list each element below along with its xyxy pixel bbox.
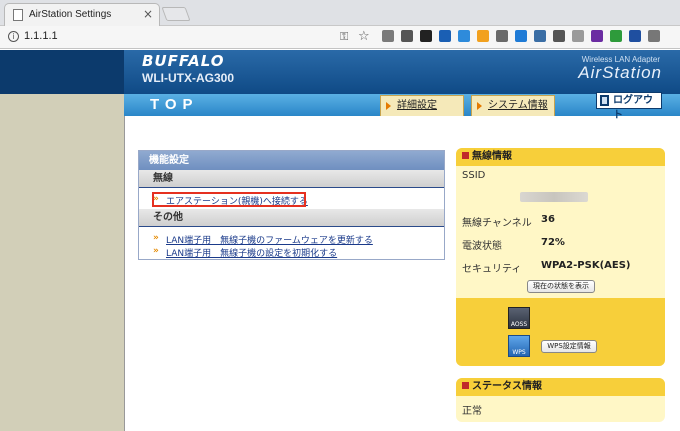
status-info-panel: ステータス情報 正常 xyxy=(456,378,665,422)
page-title: TOP xyxy=(150,96,199,113)
extension-icon[interactable] xyxy=(534,30,546,42)
ssid-value-redacted xyxy=(520,192,588,202)
tab-system-info-label: システム情報 xyxy=(488,100,548,111)
info-icon[interactable]: i xyxy=(8,31,19,42)
address-bar: i 1.1.1.1 ⚿ ☆ xyxy=(0,26,680,49)
page-icon xyxy=(13,9,23,21)
channel-label: 無線チャンネル xyxy=(462,218,532,229)
arrow-right-icon xyxy=(386,102,391,110)
wps-area xyxy=(456,298,665,366)
extension-icon[interactable] xyxy=(420,30,432,42)
wireless-info-panel: 無線情報 SSID 無線チャンネル 36 電波状態 72% セキュリティ WPA… xyxy=(456,148,665,366)
extension-icon[interactable] xyxy=(648,30,660,42)
browser-tab[interactable]: AirStation Settings × xyxy=(4,3,160,26)
brand-logo: BUFFALO xyxy=(142,52,225,70)
highlight-box xyxy=(152,192,306,207)
tab-strip: AirStation Settings × xyxy=(0,0,680,26)
security-value: WPA2-PSK(AES) xyxy=(541,260,631,271)
close-icon[interactable]: × xyxy=(143,7,153,21)
status-info-title: ステータス情報 xyxy=(456,378,665,396)
url-field[interactable]: 1.1.1.1 xyxy=(24,30,58,42)
double-chevron-icon: » xyxy=(153,233,159,243)
security-label: セキュリティ xyxy=(462,264,522,275)
wireless-info-title: 無線情報 xyxy=(456,148,665,166)
extension-icon[interactable] xyxy=(496,30,508,42)
signal-label: 電波状態 xyxy=(462,241,502,252)
aoss-icon[interactable]: AOSS xyxy=(508,307,530,329)
arrow-right-icon xyxy=(477,102,482,110)
channel-value: 36 xyxy=(541,214,555,225)
wps-settings-button[interactable]: WPS設定情報 xyxy=(541,340,597,353)
tab-system-info[interactable]: システム情報 xyxy=(471,95,555,116)
extension-icon[interactable] xyxy=(553,30,565,42)
wps-icon[interactable]: WPS xyxy=(508,335,530,357)
extension-icon[interactable] xyxy=(591,30,603,42)
section-wireless: 無線 xyxy=(139,170,444,188)
extension-icon[interactable] xyxy=(401,30,413,42)
new-tab-button[interactable] xyxy=(161,7,191,21)
key-icon[interactable]: ⚿ xyxy=(340,30,348,44)
section-other: その他 xyxy=(139,209,444,227)
door-icon xyxy=(600,95,609,106)
extension-icon[interactable] xyxy=(439,30,451,42)
extension-icon[interactable] xyxy=(477,30,489,42)
extension-icon[interactable] xyxy=(515,30,527,42)
panel-title: 機能設定 xyxy=(139,151,444,170)
ssid-label: SSID xyxy=(462,170,486,181)
reset-settings-link[interactable]: » LAN端子用 無線子機の設定を初期化する xyxy=(153,246,337,259)
extension-icon[interactable] xyxy=(629,30,641,42)
extension-icon[interactable] xyxy=(458,30,470,42)
square-bullet-icon xyxy=(462,382,469,389)
product-logo: AirStation xyxy=(578,63,662,82)
status-value: 正常 xyxy=(462,406,482,417)
star-icon[interactable]: ☆ xyxy=(358,29,370,44)
show-status-button[interactable]: 現在の状態を表示 xyxy=(527,280,595,293)
extension-icon[interactable] xyxy=(572,30,584,42)
logout-button[interactable]: ログアウト xyxy=(596,92,662,121)
tab-title: AirStation Settings xyxy=(29,9,112,20)
extension-icon[interactable] xyxy=(382,30,394,42)
tab-advanced-settings[interactable]: 詳細設定 xyxy=(380,95,464,116)
double-chevron-icon: » xyxy=(153,246,159,256)
extension-icon[interactable] xyxy=(610,30,622,42)
model-name: WLI-UTX-AG300 xyxy=(142,71,235,85)
square-bullet-icon xyxy=(462,152,469,159)
signal-value: 72% xyxy=(541,237,565,248)
update-firmware-link[interactable]: » LAN端子用 無線子機のファームウェアを更新する xyxy=(153,233,373,246)
tab-advanced-settings-label: 詳細設定 xyxy=(397,100,437,111)
